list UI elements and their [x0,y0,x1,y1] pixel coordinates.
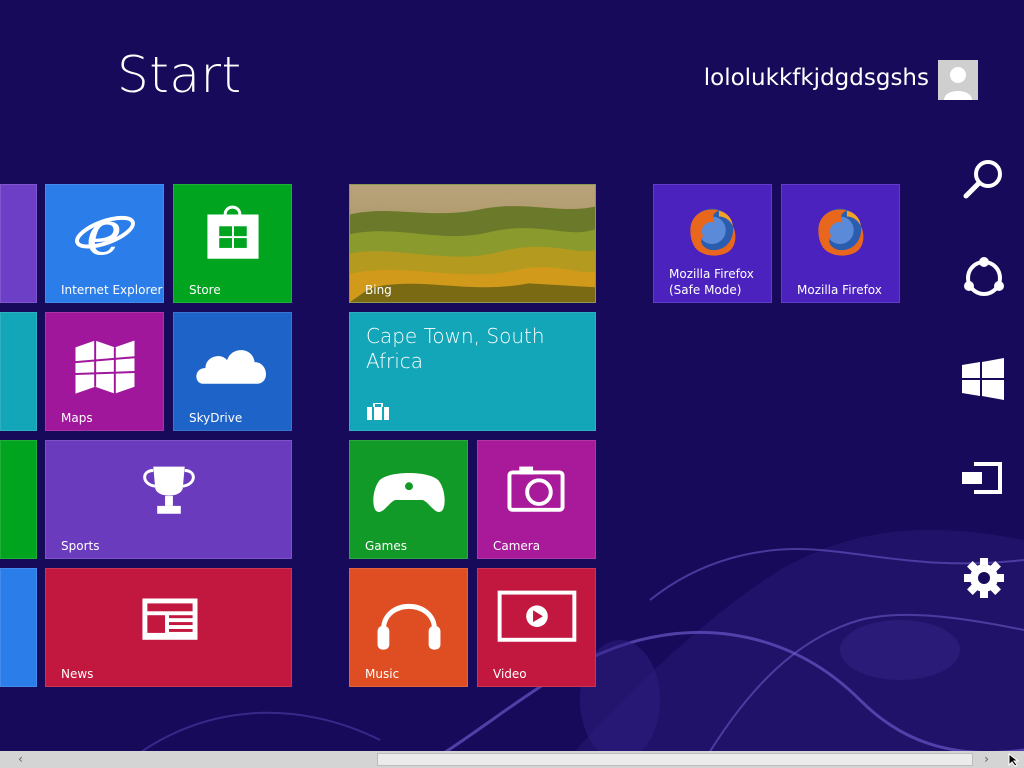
tile-games[interactable]: Games [349,440,468,559]
tile-bing[interactable]: Bing [349,184,596,303]
share-icon[interactable] [956,250,1012,306]
user-name[interactable]: lololukkfkjdgdsgshs [704,67,929,90]
settings-icon[interactable] [956,550,1012,606]
tile-store[interactable]: Store [173,184,292,303]
scroll-right-arrow-icon[interactable]: › [978,751,995,768]
devices-icon[interactable] [956,450,1012,506]
tile-label: Internet Explorer [61,283,163,297]
search-icon[interactable] [956,152,1012,208]
svg-text:e: e [86,198,122,269]
tile-partial-2[interactable] [0,312,37,431]
tile-label: SkyDrive [189,411,243,425]
tile-label: Music [365,667,400,681]
tile-label: Mozilla Firefox [797,283,882,297]
tile-partial-4[interactable] [0,568,37,687]
tile-label: Games [365,539,407,553]
tile-firefox-safe-mode[interactable]: Mozilla Firefox (Safe Mode) [653,184,772,303]
suitcase-icon [367,403,389,420]
tile-label: Sports [61,539,100,553]
tile-skydrive[interactable]: SkyDrive [173,312,292,431]
user-icon [938,60,978,100]
tile-music[interactable]: Music [349,568,468,687]
tile-firefox[interactable]: Mozilla Firefox [781,184,900,303]
tile-internet-explorer[interactable]: e Internet Explorer [45,184,164,303]
tile-partial-3[interactable] [0,440,37,559]
page-title: Start [117,46,242,104]
tile-label: Maps [61,411,93,425]
tile-camera[interactable]: Camera [477,440,596,559]
tile-partial-1[interactable] [0,184,37,303]
tile-label: Video [493,667,527,681]
tile-sports[interactable]: Sports [45,440,292,559]
start-icon[interactable] [956,351,1012,407]
tile-label: Camera [493,539,541,553]
tile-weather[interactable]: Cape Town, South Africa [349,312,596,431]
tile-label: Bing [365,283,392,297]
scroll-left-arrow-icon[interactable]: ‹ [12,751,29,768]
tile-label: News [61,667,94,681]
tile-label: Mozilla Firefox (Safe Mode) [669,267,754,297]
avatar[interactable] [938,60,978,100]
tile-label: Store [189,283,221,297]
tile-news[interactable]: News [45,568,292,687]
mouse-cursor-icon [1008,753,1020,767]
weather-location: Cape Town, South Africa [366,324,545,373]
tile-maps[interactable]: Maps [45,312,164,431]
tile-video[interactable]: Video [477,568,596,687]
scroll-thumb[interactable] [377,753,973,766]
horizontal-scrollbar[interactable]: ‹ › [0,751,1024,768]
